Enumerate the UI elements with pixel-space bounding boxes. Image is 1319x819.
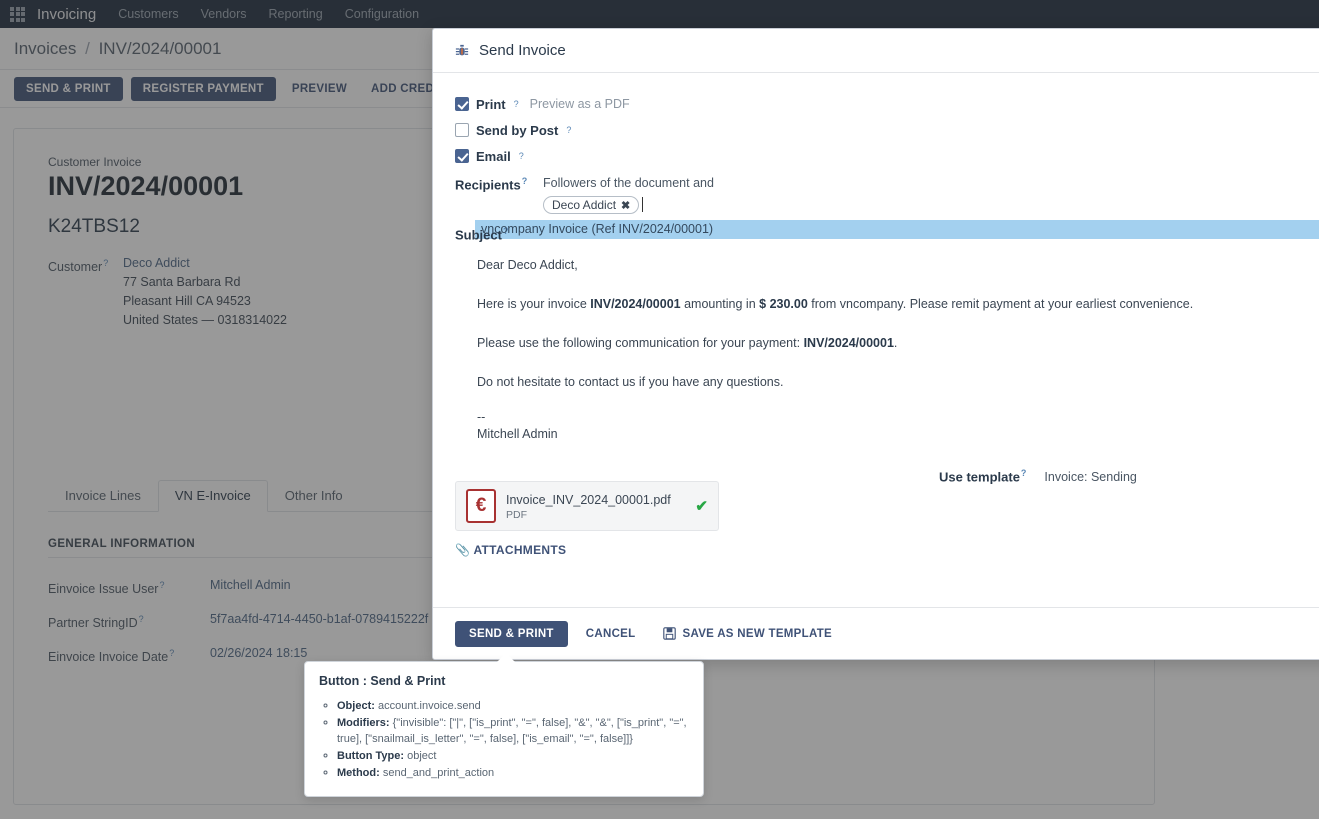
attachment-filetype: PDF bbox=[506, 509, 671, 521]
help-icon[interactable]: ? bbox=[1021, 468, 1027, 478]
use-template-label-text: Use template bbox=[939, 469, 1020, 484]
help-icon[interactable]: ? bbox=[566, 125, 571, 135]
attachment-area: € Invoice_INV_2024_00001.pdf PDF ✔ 📎 ATT… bbox=[455, 481, 719, 557]
help-icon[interactable]: ? bbox=[514, 99, 519, 109]
dialog-body: Print? Preview as a PDF Send by Post? Em… bbox=[433, 73, 1319, 607]
use-template-value[interactable]: Invoice: Sending bbox=[1044, 470, 1136, 484]
recipient-tag-label: Deco Addict bbox=[552, 198, 616, 212]
tooltip-item: Button Type: object bbox=[337, 748, 689, 764]
tooltip-button-type-value: object bbox=[407, 750, 436, 762]
attachment-filename: Invoice_INV_2024_00001.pdf bbox=[506, 492, 671, 508]
attachment-info: Invoice_INV_2024_00001.pdf PDF bbox=[506, 492, 671, 521]
signature-dashes: -- bbox=[477, 409, 1319, 426]
email-label: Email bbox=[476, 149, 511, 164]
signature-name: Mitchell Admin bbox=[477, 426, 1319, 443]
attachments-label: ATTACHMENTS bbox=[473, 543, 566, 557]
print-hint: Preview as a PDF bbox=[530, 97, 630, 111]
debug-tooltip: Button : Send & Print Object: account.in… bbox=[304, 661, 704, 797]
dialog-cancel-button[interactable]: CANCEL bbox=[576, 621, 646, 647]
dialog-header: Send Invoice bbox=[433, 29, 1319, 73]
recipients-body: Followers of the document and Deco Addic… bbox=[543, 174, 1319, 214]
tooltip-item: Method: send_and_print_action bbox=[337, 765, 689, 781]
p2-after: . bbox=[894, 336, 897, 350]
help-icon[interactable]: ? bbox=[519, 151, 524, 161]
help-icon[interactable]: ? bbox=[522, 176, 528, 186]
use-template-row: Use template? Invoice: Sending bbox=[939, 468, 1137, 484]
tooltip-item: Object: account.invoice.send bbox=[337, 698, 689, 714]
close-icon[interactable]: ✖ bbox=[621, 199, 630, 212]
p2-before: Please use the following communication f… bbox=[477, 336, 804, 350]
send-invoice-dialog: Send Invoice Print? Preview as a PDF Sen… bbox=[432, 28, 1319, 660]
email-paragraph-1: Here is your invoice INV/2024/00001 amou… bbox=[477, 296, 1319, 313]
save-as-new-template-label: SAVE AS NEW TEMPLATE bbox=[682, 628, 832, 640]
email-paragraph-2: Please use the following communication f… bbox=[477, 335, 1319, 352]
tooltip-title: Button : Send & Print bbox=[319, 674, 689, 688]
print-checkbox-row: Print? Preview as a PDF bbox=[455, 91, 1319, 117]
app-root: Invoicing Customers Vendors Reporting Co… bbox=[0, 0, 1319, 819]
dialog-send-and-print-button[interactable]: SEND & PRINT bbox=[455, 621, 568, 647]
dialog-title: Send Invoice bbox=[479, 42, 566, 59]
send-by-post-label: Send by Post bbox=[476, 123, 558, 138]
attachments-button[interactable]: 📎 ATTACHMENTS bbox=[455, 543, 719, 557]
email-body[interactable]: Dear Deco Addict, Here is your invoice I… bbox=[477, 257, 1319, 391]
tooltip-button-type-key: Button Type: bbox=[337, 750, 404, 762]
recipients-row: Recipients? Followers of the document an… bbox=[455, 174, 1319, 214]
recipients-description: Followers of the document and bbox=[543, 174, 1319, 192]
tooltip-modifiers-value: {"invisible": ["|", ["is_print", "=", fa… bbox=[337, 717, 687, 745]
recipient-tag[interactable]: Deco Addict ✖ bbox=[543, 196, 639, 214]
tooltip-method-value: send_and_print_action bbox=[383, 767, 494, 779]
dialog-footer: SEND & PRINT CANCEL SAVE AS NEW TEMPLATE bbox=[433, 607, 1319, 659]
save-as-new-template-button[interactable]: SAVE AS NEW TEMPLATE bbox=[653, 620, 842, 647]
recipients-label: Recipients? bbox=[455, 174, 543, 214]
p1-amount: $ 230.00 bbox=[759, 297, 808, 311]
tooltip-item: Modifiers: {"invisible": ["|", ["is_prin… bbox=[337, 715, 689, 747]
pdf-file-icon: € bbox=[466, 489, 496, 523]
recipients-label-text: Recipients bbox=[455, 177, 521, 192]
email-checkbox-row: Email? bbox=[455, 143, 1319, 169]
tooltip-modifiers-key: Modifiers: bbox=[337, 717, 390, 729]
p2-invoice-number: INV/2024/00001 bbox=[804, 336, 894, 350]
email-paragraph-3: Do not hesitate to contact us if you hav… bbox=[477, 374, 1319, 391]
email-checkbox[interactable] bbox=[455, 149, 469, 163]
send-by-post-checkbox[interactable] bbox=[455, 123, 469, 137]
send-by-post-checkbox-row: Send by Post? bbox=[455, 117, 1319, 143]
p1-before: Here is your invoice bbox=[477, 297, 590, 311]
use-template-label: Use template? bbox=[939, 468, 1026, 484]
floppy-disk-icon bbox=[663, 627, 676, 640]
check-icon: ✔ bbox=[695, 497, 708, 515]
p1-after: from vncompany. Please remit payment at … bbox=[808, 297, 1193, 311]
print-checkbox[interactable] bbox=[455, 97, 469, 111]
tooltip-method-key: Method: bbox=[337, 767, 380, 779]
p1-invoice-number: INV/2024/00001 bbox=[590, 297, 680, 311]
text-caret bbox=[642, 197, 643, 212]
subject-input[interactable]: vncompany Invoice (Ref INV/2024/00001) bbox=[475, 220, 1319, 239]
recipients-input[interactable]: Deco Addict ✖ bbox=[543, 192, 1319, 214]
attachment-card[interactable]: € Invoice_INV_2024_00001.pdf PDF ✔ bbox=[455, 481, 719, 531]
p1-mid: amounting in bbox=[681, 297, 760, 311]
print-label: Print bbox=[476, 97, 506, 112]
tooltip-list: Object: account.invoice.send Modifiers: … bbox=[319, 698, 689, 781]
email-signature: -- Mitchell Admin bbox=[477, 409, 1319, 443]
bug-icon[interactable] bbox=[455, 44, 469, 58]
tooltip-object-key: Object: bbox=[337, 700, 375, 712]
paperclip-icon: 📎 bbox=[455, 543, 470, 557]
email-greeting: Dear Deco Addict, bbox=[477, 257, 1319, 274]
tooltip-object-value: account.invoice.send bbox=[378, 700, 481, 712]
